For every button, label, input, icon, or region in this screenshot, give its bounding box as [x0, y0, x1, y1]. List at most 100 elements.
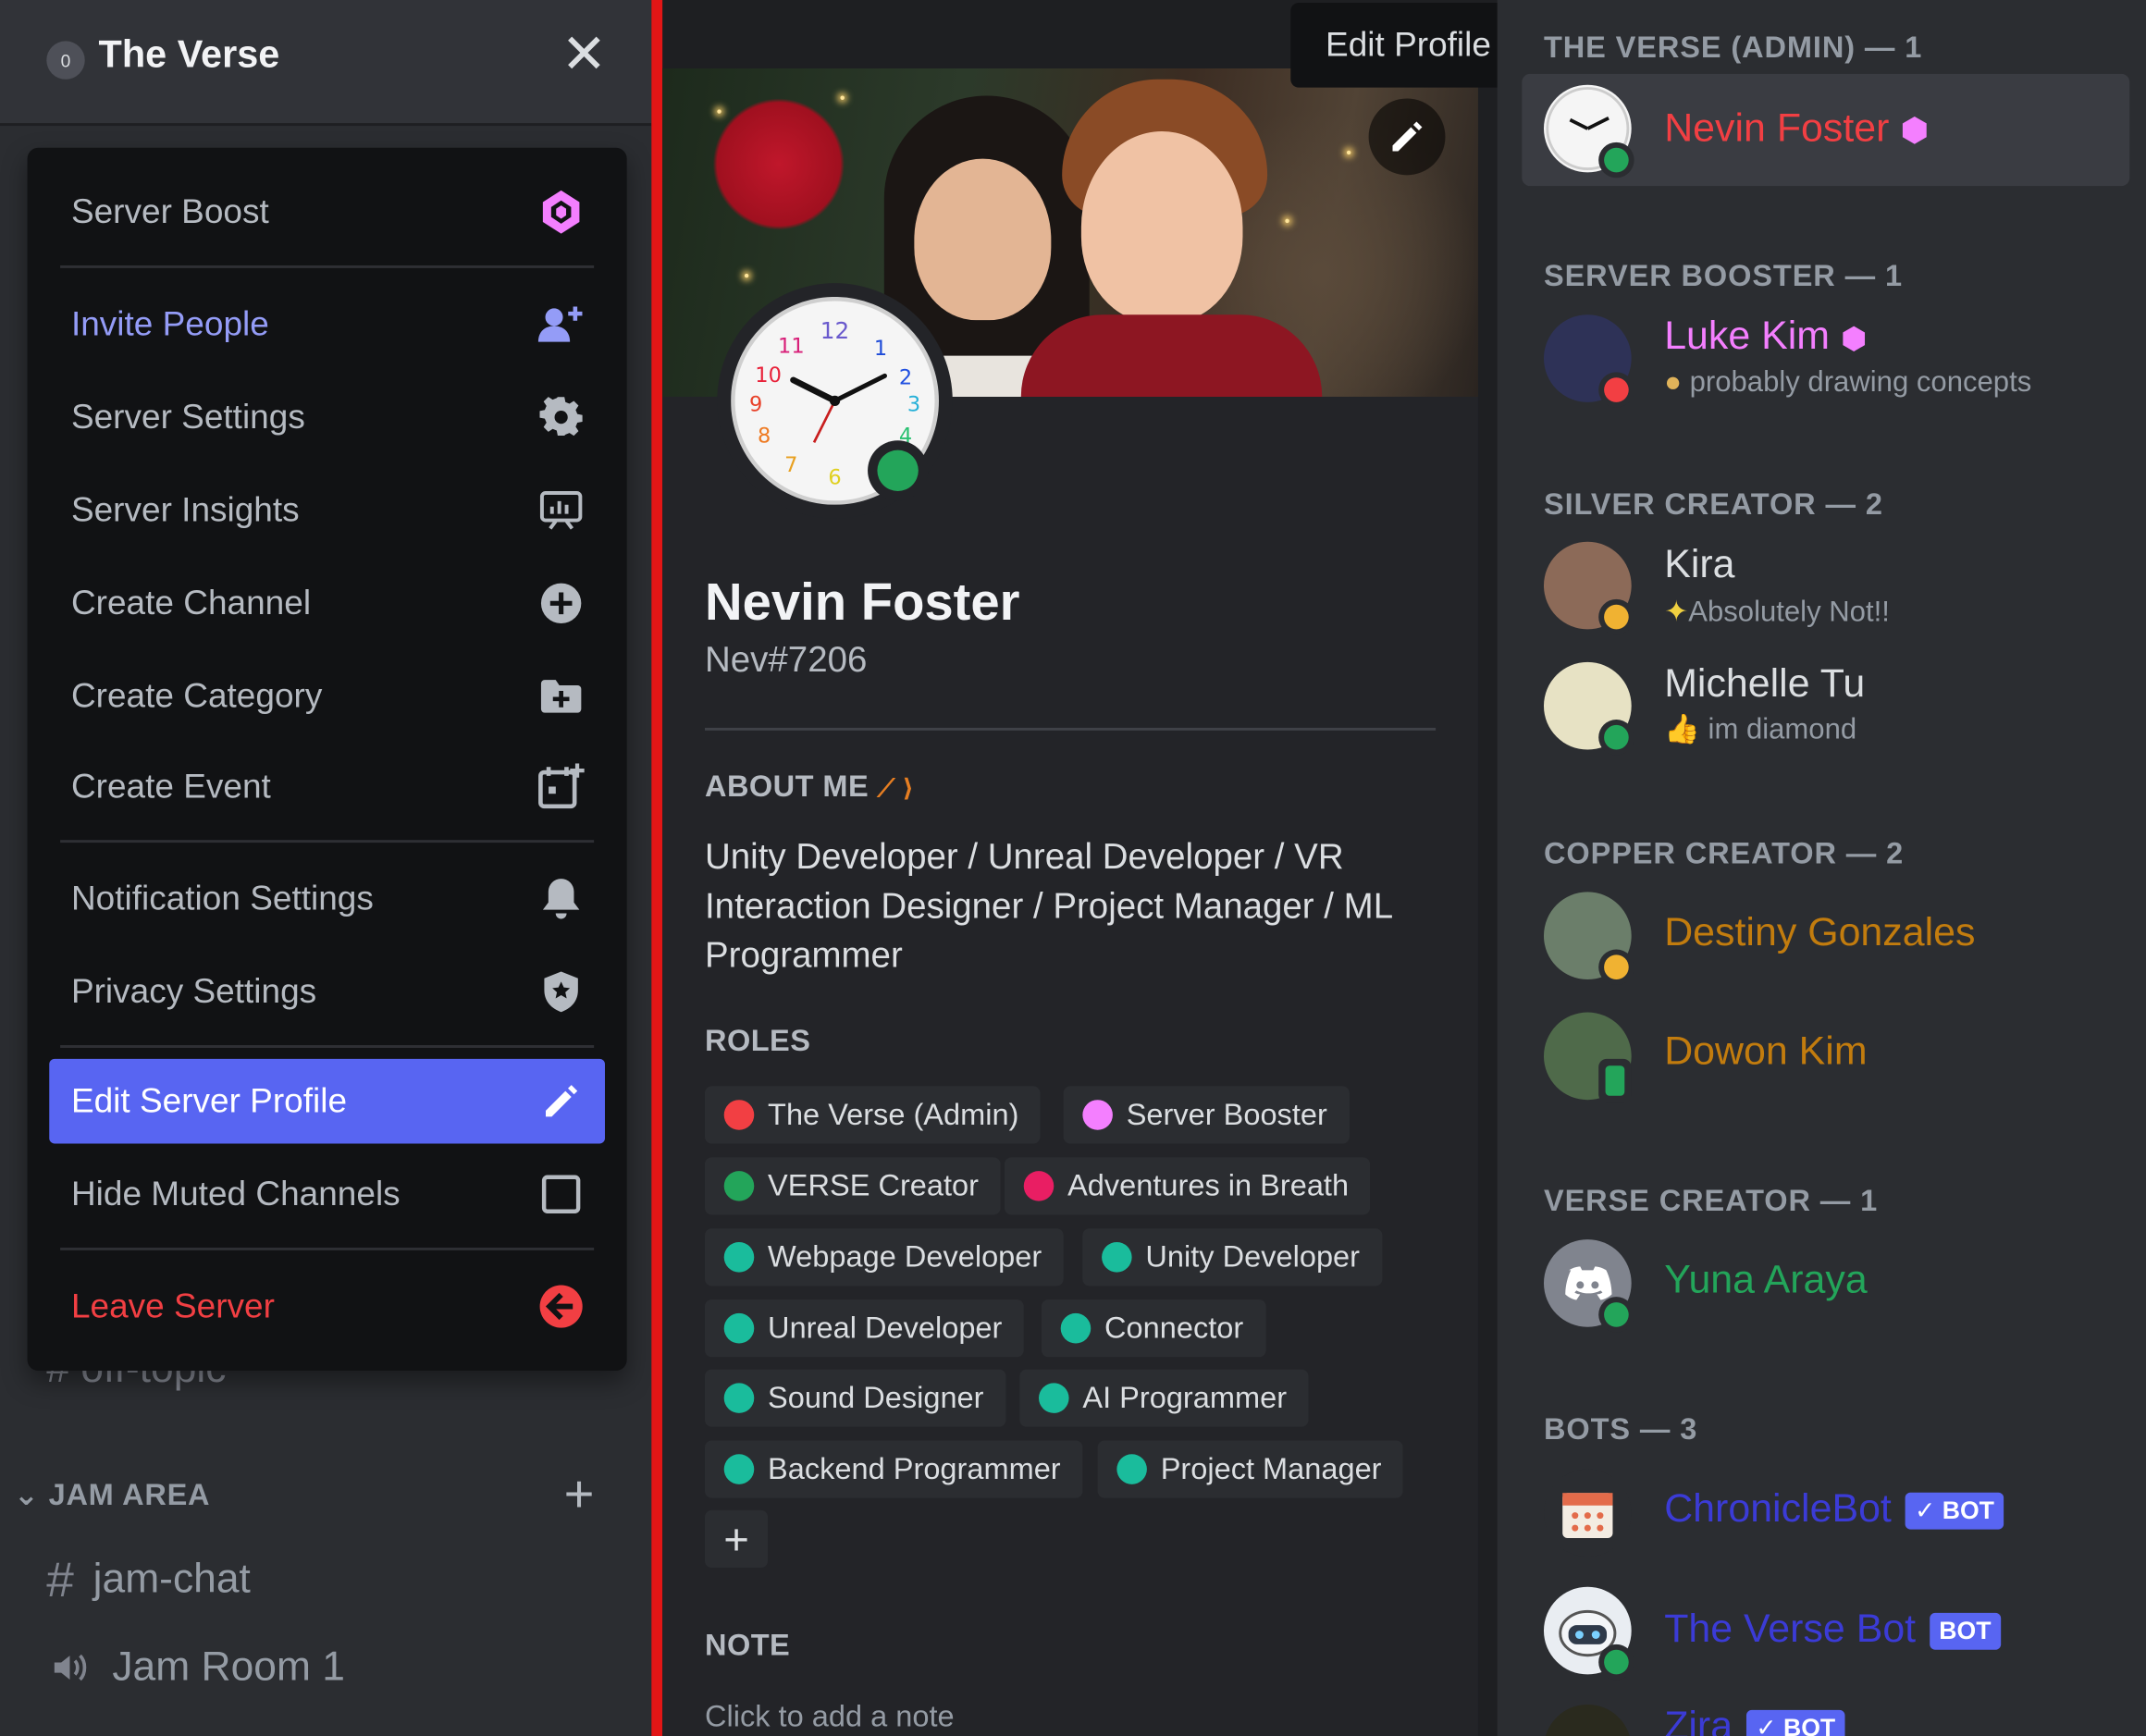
member-name[interactable]: Nevin Foster ⬢ [1664, 106, 1929, 152]
sparkles-emoji-icon: ✦ [1664, 596, 1689, 628]
member-name[interactable]: The Verse Bot BOT [1664, 1607, 2001, 1653]
role-color-dot[interactable] [1102, 1242, 1132, 1273]
role-color-dot[interactable] [1023, 1171, 1054, 1201]
role-color-dot[interactable] [723, 1454, 755, 1484]
member-activity-text: im diamond [1708, 714, 1857, 746]
create-event-item[interactable]: Create Event [49, 745, 605, 830]
member-name[interactable]: Destiny Gonzales [1664, 911, 1975, 956]
member-name[interactable]: ChronicleBot ✓ BOT [1664, 1487, 2004, 1533]
role-color-dot[interactable] [1082, 1100, 1113, 1130]
member-avatar[interactable] [1543, 1469, 1632, 1557]
role-color-dot[interactable] [723, 1100, 755, 1130]
about-me-text: Unity Developer / Unreal Developer / VR … [704, 835, 1392, 976]
edit-server-profile-item[interactable]: Edit Server Profile [49, 1058, 605, 1144]
role-pill[interactable]: The Verse (Admin) [704, 1086, 1042, 1144]
member-name-text: Zira [1664, 1704, 1733, 1736]
role-pill[interactable]: Backend Programmer [704, 1440, 1083, 1498]
role-pill[interactable]: Sound Designer [704, 1369, 1006, 1427]
boost-gem-icon: ⬢ [1840, 321, 1868, 356]
member-name[interactable]: Kira [1664, 543, 1734, 588]
add-role-button[interactable]: + [704, 1509, 769, 1569]
member-name-text: The Verse Bot [1664, 1607, 1917, 1652]
role-pill[interactable]: Server Booster [1063, 1086, 1350, 1144]
menu-item-label: Privacy Settings [70, 971, 317, 1011]
privacy-settings-item[interactable]: Privacy Settings [49, 949, 605, 1034]
create-channel-item[interactable]: Create Channel [49, 560, 605, 646]
member-name[interactable]: Zira ✓ BOT [1664, 1704, 1845, 1736]
role-name: Server Booster [1126, 1097, 1327, 1132]
role-pill[interactable]: Unreal Developer [704, 1299, 1025, 1358]
menu-item-label: Create Category [70, 676, 323, 715]
member-group-header: VERSE CREATOR — 1 [1543, 1183, 1879, 1218]
leave-server-item[interactable]: Leave Server [49, 1264, 605, 1349]
notification-settings-item[interactable]: Notification Settings [49, 856, 605, 942]
plus-circle-icon [536, 579, 586, 628]
server-header[interactable]: 0 The Verse ✕ [0, 0, 652, 127]
svg-text:7: 7 [784, 453, 797, 477]
channel-label: jam-chat [92, 1557, 251, 1603]
member-name-text: ChronicleBot [1664, 1486, 1892, 1532]
role-pill[interactable]: AI Programmer [1019, 1369, 1309, 1427]
channel-jam-chat[interactable]: # jam-chat [46, 1551, 251, 1608]
member-name-text: Nevin Foster [1664, 106, 1890, 151]
create-channel-plus-icon[interactable]: + [564, 1467, 595, 1526]
role-name: VERSE Creator [768, 1168, 980, 1203]
server-name: The Verse [98, 32, 280, 76]
role-color-dot[interactable] [723, 1171, 755, 1201]
role-color-dot[interactable] [723, 1383, 755, 1413]
svg-text:9: 9 [749, 393, 762, 417]
member-group-header: BOTS — 3 [1543, 1411, 1698, 1447]
edit-profile-pencil-button[interactable] [1368, 98, 1446, 176]
bell-icon [536, 874, 586, 923]
role-color-dot[interactable] [723, 1312, 755, 1344]
role-color-dot[interactable] [1039, 1383, 1069, 1413]
role-pill[interactable]: Unity Developer [1082, 1228, 1382, 1287]
svg-text:11: 11 [778, 335, 805, 359]
channel-sidebar: 0 The Verse ✕ # off-topic ⌄ JAM AREA + #… [0, 0, 652, 1736]
role-name: Project Manager [1160, 1451, 1382, 1486]
create-category-item[interactable]: Create Category [49, 654, 605, 739]
gear-icon [536, 393, 586, 442]
member-group-header: THE VERSE (ADMIN) — 1 [1543, 30, 1923, 65]
role-pill[interactable]: VERSE Creator [704, 1157, 1001, 1215]
bot-tag: ✓ BOT [1905, 1492, 2004, 1530]
role-pill[interactable]: Connector [1041, 1299, 1265, 1358]
server-boost-item[interactable]: Server Boost [49, 169, 605, 254]
svg-text:2: 2 [899, 365, 912, 389]
member-status-icon [1598, 720, 1634, 756]
category-jam-area[interactable]: ⌄ JAM AREA [14, 1477, 211, 1512]
role-color-dot[interactable] [723, 1242, 755, 1273]
role-pill[interactable]: Adventures in Breath [1005, 1157, 1371, 1215]
channel-jam-room-1[interactable]: Jam Room 1 [46, 1644, 345, 1691]
server-insights-item[interactable]: Server Insights [49, 468, 605, 553]
role-pill[interactable]: Project Manager [1097, 1440, 1404, 1498]
menu-item-label: Create Channel [70, 583, 312, 622]
hide-muted-channels-item[interactable]: Hide Muted Channels [49, 1151, 605, 1237]
profile-user-tag[interactable]: Nev#7206 [705, 639, 867, 682]
checkbox-icon[interactable] [536, 1170, 586, 1219]
menu-item-label: Server Settings [70, 397, 305, 437]
member-status-icon [1598, 949, 1634, 985]
role-color-dot[interactable] [1060, 1312, 1092, 1344]
role-pill[interactable]: Webpage Developer [704, 1228, 1064, 1287]
note-input[interactable]: Click to add a note [705, 1699, 955, 1734]
calendar-plus-icon [536, 762, 586, 811]
menu-item-label: Create Event [70, 767, 271, 806]
role-name: Adventures in Breath [1067, 1168, 1350, 1203]
member-name[interactable]: Yuna Araya [1664, 1259, 1867, 1304]
role-color-dot[interactable] [1116, 1454, 1147, 1484]
role-name: Unreal Developer [768, 1310, 1003, 1345]
pencil-icon [536, 1077, 586, 1126]
invite-people-item[interactable]: Invite People [49, 282, 605, 367]
svg-text:8: 8 [758, 424, 771, 448]
member-status-icon [1598, 1644, 1634, 1681]
server-settings-item[interactable]: Server Settings [49, 375, 605, 460]
member-name[interactable]: Dowon Kim [1664, 1030, 1867, 1076]
member-name[interactable]: Luke Kim ⬢ [1664, 314, 1867, 360]
calendar-bot-icon [1562, 1493, 1613, 1539]
online-status-icon [868, 440, 929, 501]
server-status-icon: 0 [46, 41, 85, 80]
role-name: Connector [1104, 1310, 1244, 1345]
member-name[interactable]: Michelle Tu [1664, 662, 1865, 708]
close-menu-button[interactable]: ✕ [561, 28, 608, 82]
